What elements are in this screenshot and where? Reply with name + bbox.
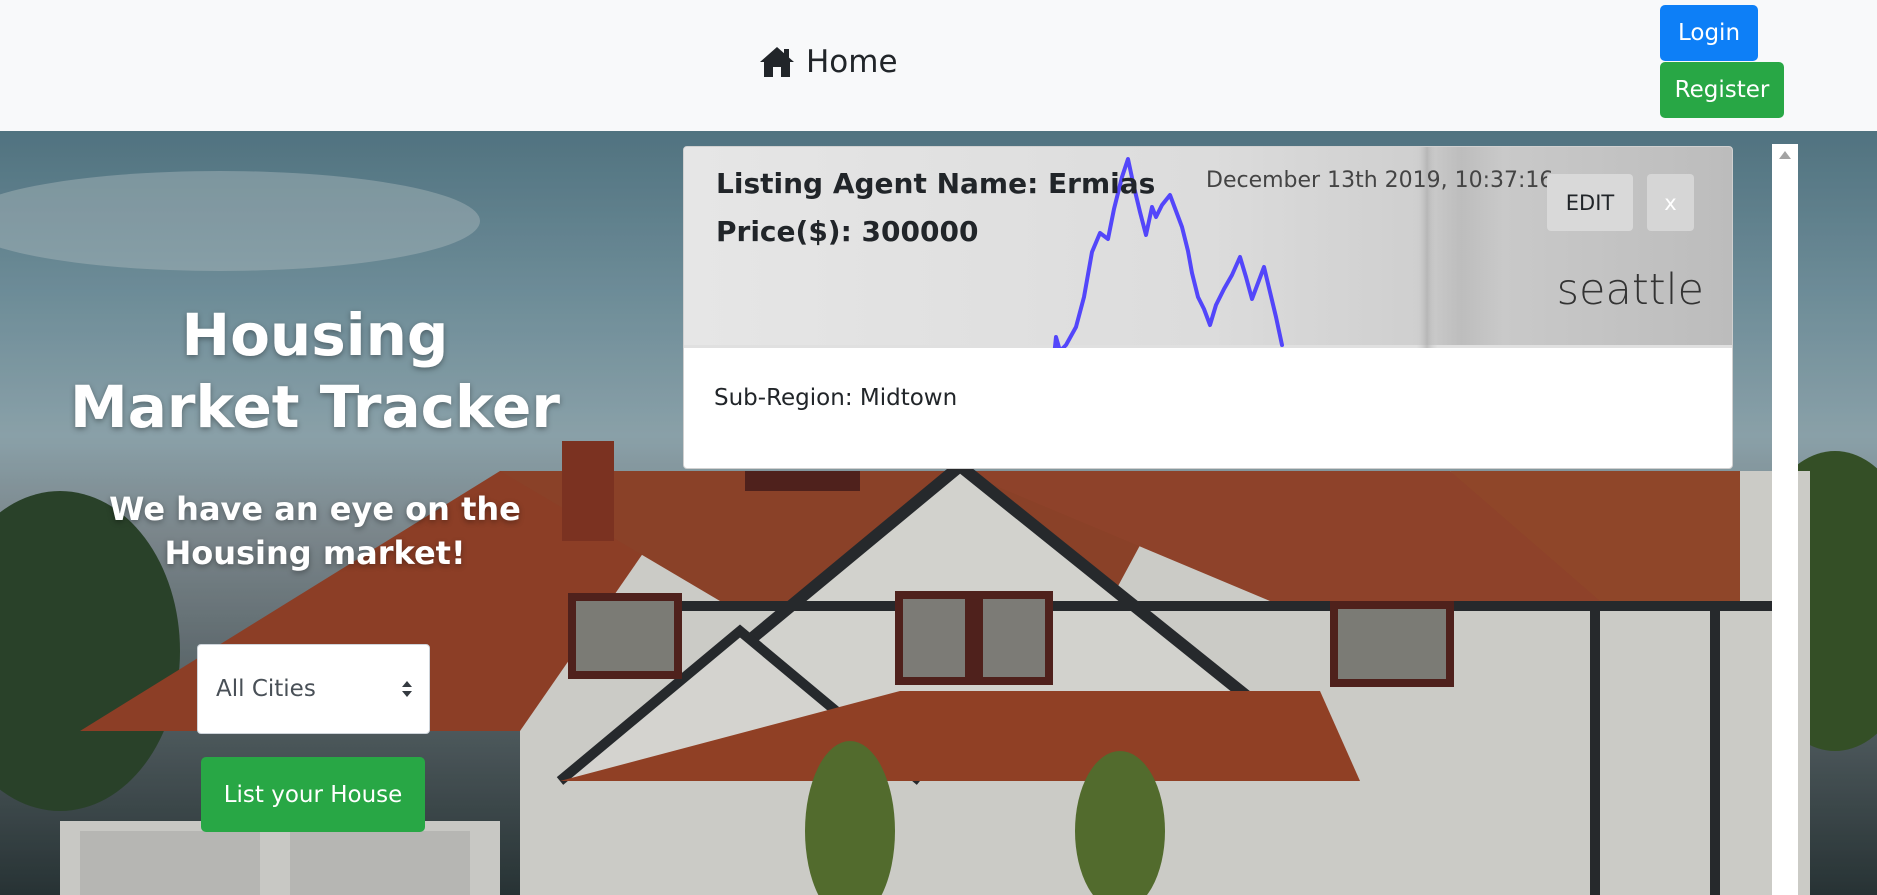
listing-price: Price($): 300000 bbox=[716, 215, 979, 248]
edit-listing-button[interactable]: EDIT bbox=[1547, 174, 1633, 231]
nav-home-label: Home bbox=[806, 44, 898, 80]
home-icon bbox=[758, 45, 796, 79]
login-button[interactable]: Login bbox=[1660, 5, 1758, 61]
city-select[interactable]: All Cities bbox=[197, 644, 430, 734]
listing-city: seattle bbox=[1556, 265, 1704, 315]
nav-home-link[interactable]: Home bbox=[758, 44, 898, 80]
city-select-value: All Cities bbox=[216, 676, 316, 702]
hero-title: Housing Market Tracker bbox=[70, 301, 560, 441]
listing-agent-name: Listing Agent Name: Ermias bbox=[716, 167, 1156, 200]
list-your-house-button[interactable]: List your House bbox=[201, 757, 425, 832]
scroll-up-arrow-icon[interactable] bbox=[1779, 151, 1791, 159]
listing-card-header: Listing Agent Name: Ermias Price($): 300… bbox=[684, 147, 1732, 348]
top-navbar: Home Login Register bbox=[0, 0, 1877, 131]
register-button[interactable]: Register bbox=[1660, 62, 1784, 118]
listing-card: Listing Agent Name: Ermias Price($): 300… bbox=[683, 146, 1733, 469]
select-arrows-icon bbox=[402, 681, 412, 697]
listings-scrollbar[interactable] bbox=[1772, 144, 1798, 895]
listing-date: December 13th 2019, 10:37:16 pm bbox=[1206, 168, 1596, 193]
hero-subtitle: We have an eye on the Housing market! bbox=[109, 490, 521, 572]
listing-subregion: Sub-Region: Midtown bbox=[714, 385, 958, 411]
delete-listing-button[interactable]: x bbox=[1647, 174, 1694, 231]
